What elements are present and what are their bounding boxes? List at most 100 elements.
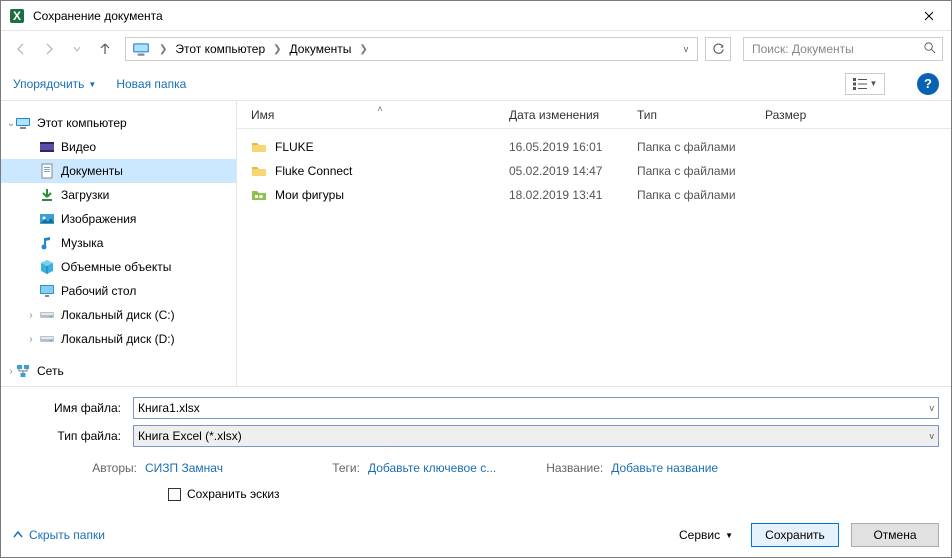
file-rows: FLUKE 16.05.2019 16:01 Папка с файлами F… [237, 129, 951, 386]
file-type: Папка с файлами [637, 188, 765, 202]
filename-label: Имя файла: [13, 401, 133, 415]
expander-closed-icon[interactable]: › [25, 310, 37, 321]
nav-documents[interactable]: Документы [1, 159, 236, 183]
address-bar[interactable]: ❯ Этот компьютер ❯ Документы ❯ v [125, 37, 698, 61]
file-name: Мои фигуры [275, 188, 344, 202]
window-title: Сохранение документа [33, 9, 906, 23]
nav-label: Видео [61, 140, 96, 154]
filetype-combo[interactable]: Книга Excel (*.xlsx) v [133, 425, 939, 447]
dropdown-icon[interactable]: v [930, 431, 935, 441]
save-thumbnail-label: Сохранить эскиз [187, 487, 280, 501]
title-value[interactable]: Добавьте название [611, 461, 718, 475]
column-headers: ˄Имя Дата изменения Тип Размер [237, 101, 951, 129]
chevron-right-icon[interactable]: ❯ [268, 44, 286, 55]
view-icon [853, 78, 867, 90]
filename-combo[interactable]: Книга1.xlsx v [133, 397, 939, 419]
nav-downloads[interactable]: Загрузки [1, 183, 236, 207]
chevron-right-icon[interactable]: ❯ [154, 44, 172, 55]
titlebar: X Сохранение документа [1, 1, 951, 31]
col-type[interactable]: Тип [637, 108, 765, 122]
up-button[interactable] [93, 37, 117, 61]
pictures-icon [39, 211, 55, 227]
music-icon [39, 235, 55, 251]
file-list: ˄Имя Дата изменения Тип Размер FLUKE 16.… [237, 101, 951, 386]
save-button[interactable]: Сохранить [751, 523, 839, 547]
col-size[interactable]: Размер [765, 108, 845, 122]
nav-desktop[interactable]: Рабочий стол [1, 279, 236, 303]
nav-label: Локальный диск (C:) [61, 308, 175, 322]
nav-pictures[interactable]: Изображения [1, 207, 236, 231]
file-type: Папка с файлами [637, 164, 765, 178]
breadcrumb-folder[interactable]: Документы [287, 40, 355, 58]
file-row[interactable]: Fluke Connect 05.02.2019 14:47 Папка с ф… [237, 159, 951, 183]
file-date: 05.02.2019 14:47 [509, 164, 637, 178]
search-box[interactable] [743, 37, 943, 61]
expander-closed-icon[interactable]: › [5, 366, 17, 377]
authors-label: Авторы: [57, 461, 137, 475]
organize-button[interactable]: Упорядочить▼ [13, 77, 96, 91]
hide-folders-button[interactable]: Скрыть папки [13, 528, 105, 542]
forward-button[interactable] [37, 37, 61, 61]
cancel-button[interactable]: Отмена [851, 523, 939, 547]
dropdown-icon[interactable]: v [930, 403, 935, 413]
metadata-row: Авторы: СИЗП Замнач Теги: Добавьте ключе… [13, 453, 939, 477]
nav-label: Рабочий стол [61, 284, 136, 298]
footer: Скрыть папки Сервис▼ Сохранить Отмена [1, 513, 951, 557]
recent-dropdown-icon[interactable] [65, 37, 89, 61]
file-date: 16.05.2019 16:01 [509, 140, 637, 154]
videos-icon [39, 139, 55, 155]
search-icon[interactable] [923, 41, 936, 57]
triangle-down-icon: ▼ [725, 531, 733, 540]
file-row[interactable]: FLUKE 16.05.2019 16:01 Папка с файлами [237, 135, 951, 159]
address-dropdown-icon[interactable]: v [677, 44, 695, 54]
col-name[interactable]: ˄Имя [251, 108, 509, 122]
view-button[interactable]: ▼ [845, 73, 885, 95]
nav-this-pc[interactable]: ⌄ Этот компьютер [1, 111, 236, 135]
file-row[interactable]: Мои фигуры 18.02.2019 13:41 Папка с файл… [237, 183, 951, 207]
search-input[interactable] [750, 41, 923, 57]
chevron-right-icon[interactable]: ❯ [354, 44, 372, 55]
pc-icon [15, 115, 31, 131]
nav-music[interactable]: Музыка [1, 231, 236, 255]
authors-value[interactable]: СИЗП Замнач [145, 461, 223, 475]
drive-icon [39, 331, 55, 347]
tags-value[interactable]: Добавьте ключевое с... [368, 461, 496, 475]
title-label: Название: [538, 461, 603, 475]
nav-videos[interactable]: Видео [1, 135, 236, 159]
help-button[interactable]: ? [917, 73, 939, 95]
nav-label: Локальный диск (D:) [61, 332, 175, 346]
close-button[interactable] [906, 1, 951, 31]
nav-label: Изображения [61, 212, 136, 226]
file-name: FLUKE [275, 140, 314, 154]
nav-label: Этот компьютер [37, 116, 127, 130]
toolbar: Упорядочить▼ Новая папка ▼ ? [1, 67, 951, 101]
expander-open-icon[interactable]: ⌄ [5, 118, 17, 129]
refresh-button[interactable] [705, 37, 731, 61]
back-button[interactable] [9, 37, 33, 61]
nav-disk-c[interactable]: › Локальный диск (C:) [1, 303, 236, 327]
new-folder-button[interactable]: Новая папка [116, 77, 186, 91]
svg-text:X: X [13, 9, 21, 23]
collapse-icon [13, 530, 23, 540]
nav-disk-d[interactable]: › Локальный диск (D:) [1, 327, 236, 351]
filename-value: Книга1.xlsx [138, 401, 930, 415]
filetype-label: Тип файла: [13, 429, 133, 443]
col-date[interactable]: Дата изменения [509, 108, 637, 122]
file-type: Папка с файлами [637, 140, 765, 154]
drive-icon [39, 307, 55, 323]
save-thumbnail-row[interactable]: Сохранить эскиз [13, 477, 939, 507]
navbar: ❯ Этот компьютер ❯ Документы ❯ v [1, 31, 951, 67]
file-name: Fluke Connect [275, 164, 352, 178]
checkbox-icon[interactable] [168, 488, 181, 501]
tools-button[interactable]: Сервис▼ [673, 524, 739, 546]
nav-network[interactable]: › Сеть [1, 359, 236, 383]
cube-icon [39, 259, 55, 275]
nav-label: Объемные объекты [61, 260, 171, 274]
triangle-down-icon: ▼ [870, 79, 878, 88]
expander-closed-icon[interactable]: › [25, 334, 37, 345]
nav-3d-objects[interactable]: Объемные объекты [1, 255, 236, 279]
body: ⌄ Этот компьютер Видео Документы Загрузк… [1, 101, 951, 387]
save-form: Имя файла: Книга1.xlsx v Тип файла: Книг… [1, 387, 951, 513]
pc-icon [132, 40, 150, 58]
breadcrumb-root[interactable]: Этот компьютер [172, 40, 268, 58]
